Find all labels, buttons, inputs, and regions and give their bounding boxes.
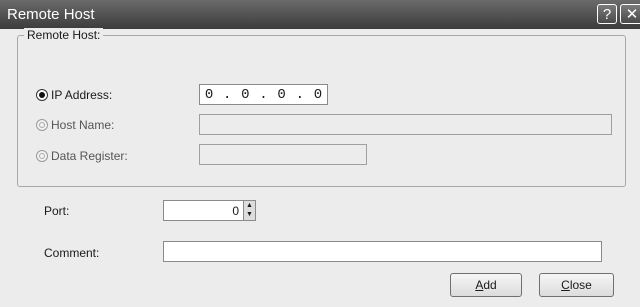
- port-stepper[interactable]: 0 ▲ ▼: [163, 200, 256, 221]
- group-legend: Remote Host:: [24, 28, 104, 42]
- ip-octet[interactable]: 0: [241, 87, 249, 103]
- spin-up-icon[interactable]: ▲: [244, 201, 255, 210]
- title-bar[interactable]: Remote Host ? ✕: [0, 0, 640, 29]
- host-name-option[interactable]: Host Name:: [36, 118, 114, 132]
- add-button[interactable]: Add: [450, 273, 522, 297]
- ip-separator: .: [259, 86, 268, 103]
- ip-octet[interactable]: 0: [314, 87, 322, 103]
- ip-separator: .: [295, 86, 304, 103]
- dialog-title: Remote Host: [7, 6, 95, 23]
- port-spin-buttons[interactable]: ▲ ▼: [243, 201, 255, 220]
- ip-octet[interactable]: 0: [205, 87, 213, 103]
- ip-address-field[interactable]: 0 . 0 . 0 . 0: [199, 84, 328, 105]
- data-register-option[interactable]: Data Register:: [36, 149, 128, 163]
- host-name-label: Host Name:: [51, 118, 115, 132]
- port-label: Port:: [44, 204, 70, 218]
- help-button[interactable]: ?: [597, 4, 617, 24]
- port-value: 0: [232, 204, 239, 218]
- ip-octet[interactable]: 0: [277, 87, 285, 103]
- ip-address-radio[interactable]: [36, 89, 48, 101]
- remote-host-dialog: Remote Host ? ✕ Remote Host: IP Address:…: [0, 0, 640, 307]
- ip-address-option[interactable]: IP Address:: [36, 88, 112, 102]
- data-register-label: Data Register:: [51, 149, 128, 163]
- comment-label: Comment:: [44, 246, 100, 260]
- close-mnemonic: C: [561, 278, 570, 292]
- host-name-field[interactable]: [199, 114, 612, 135]
- close-window-button[interactable]: ✕: [620, 4, 640, 24]
- ip-address-label: IP Address:: [51, 88, 113, 102]
- add-label-rest: dd: [483, 278, 497, 292]
- close-button[interactable]: Close: [539, 273, 614, 297]
- data-register-field[interactable]: [199, 144, 367, 165]
- close-label-rest: lose: [569, 278, 592, 292]
- spin-down-icon[interactable]: ▼: [244, 210, 255, 219]
- data-register-radio[interactable]: [36, 150, 48, 162]
- comment-field[interactable]: [163, 241, 602, 262]
- ip-separator: .: [223, 86, 232, 103]
- host-name-radio[interactable]: [36, 119, 48, 131]
